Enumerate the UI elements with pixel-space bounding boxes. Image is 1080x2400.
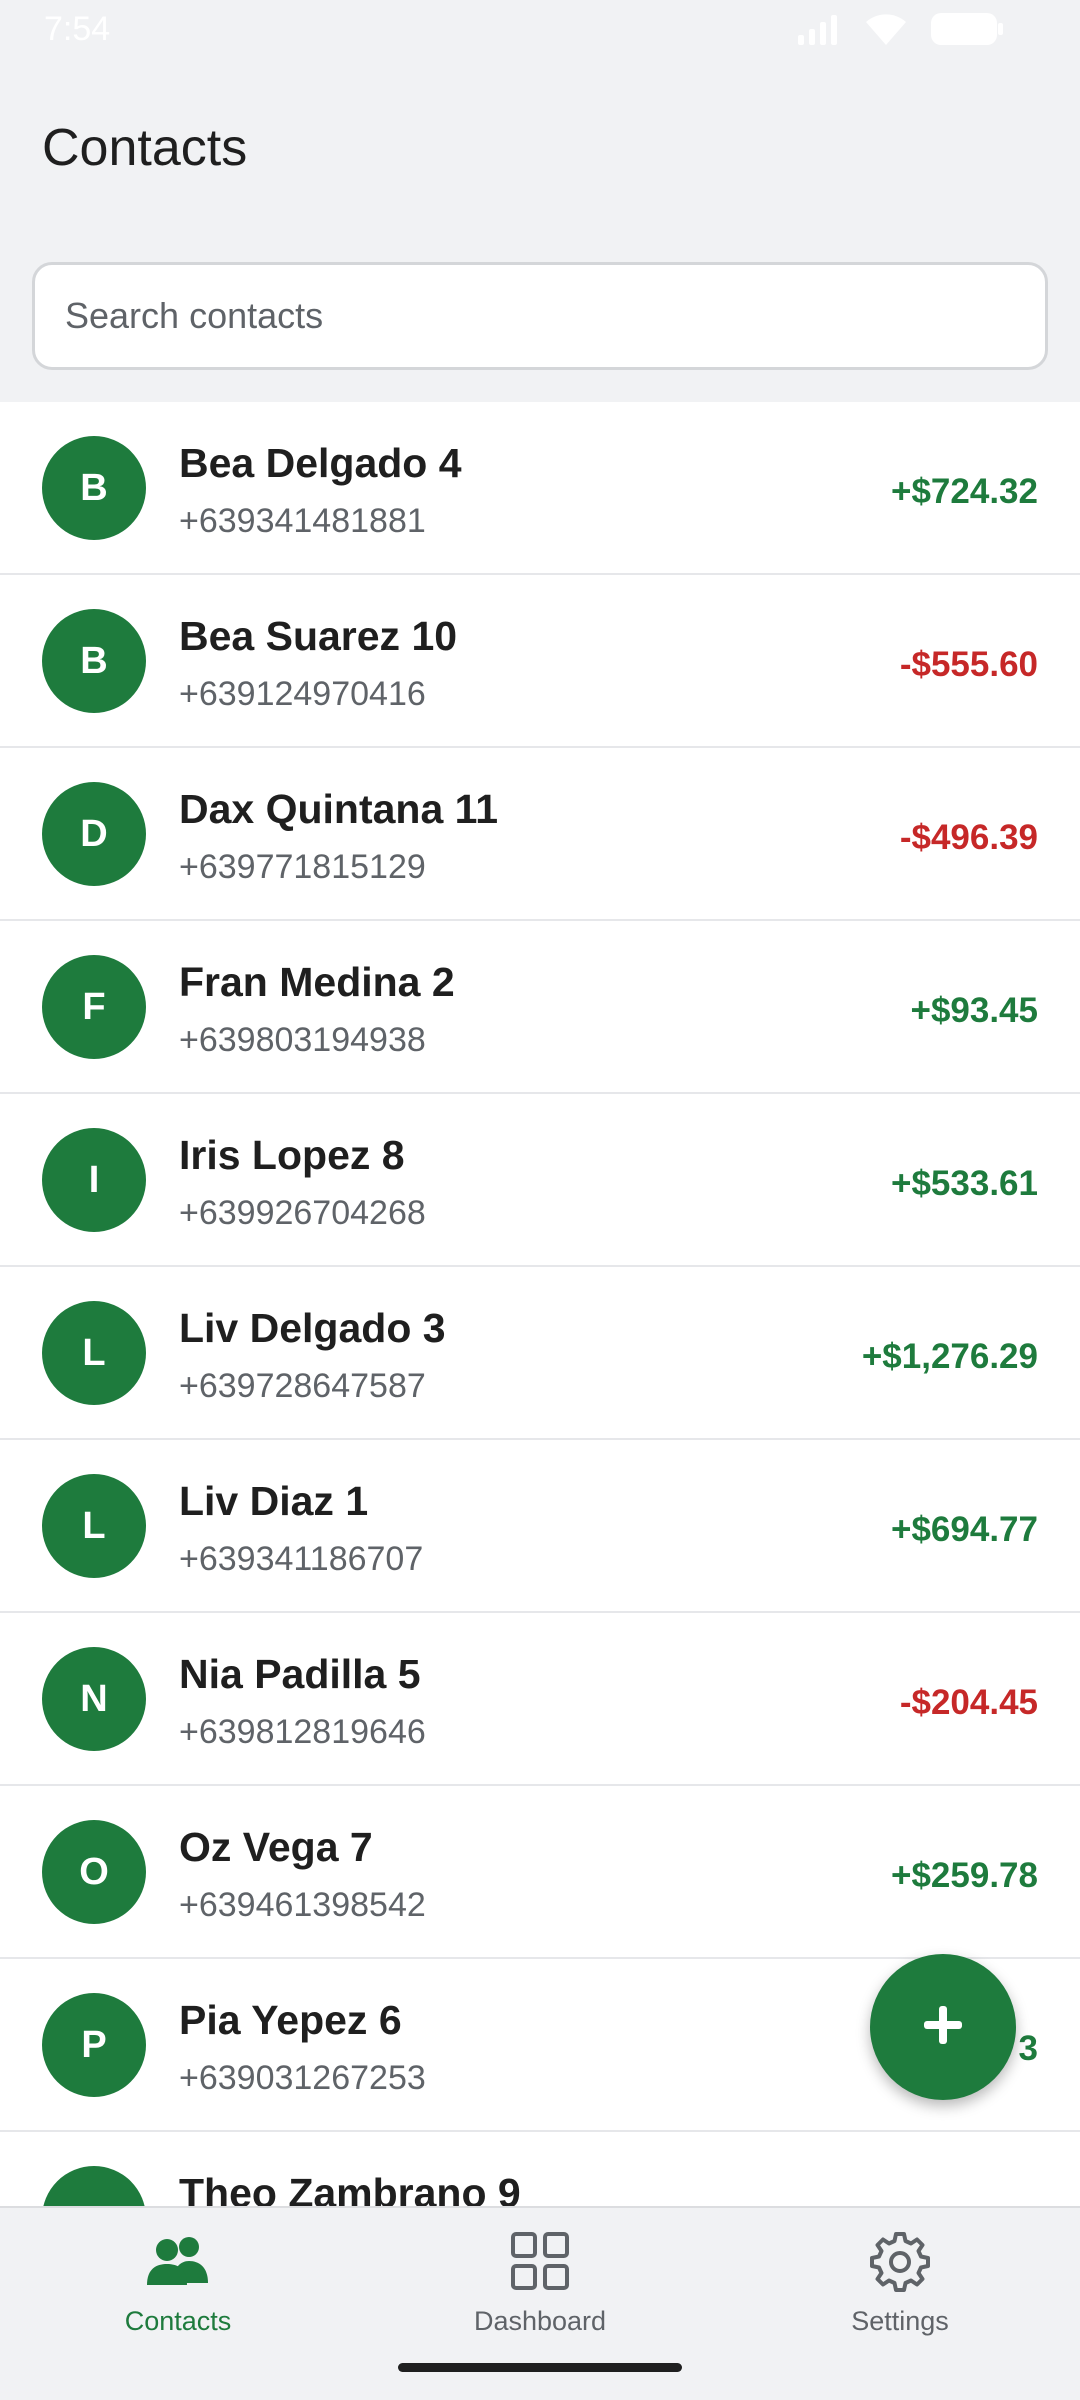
contact-row[interactable]: N Nia Padilla 5 +639812819646 -$204.45 <box>0 1613 1080 1786</box>
contact-name: Fran Medina 2 <box>179 959 455 1005</box>
contact-balance: +$259.78 <box>891 1856 1038 1895</box>
contact-phone: +639771815129 <box>179 848 426 886</box>
contact-balance: -$555.60 <box>899 645 1038 684</box>
contact-row[interactable]: L Liv Delgado 3 +639728647587 +$1,276.29 <box>0 1267 1080 1440</box>
contact-balance: -$496.39 <box>899 818 1038 857</box>
contact-balance: 3 <box>1018 2029 1038 2068</box>
contact-balance: -$204.45 <box>899 1683 1038 1722</box>
contact-row[interactable]: L Liv Diaz 1 +639341186707 +$694.77 <box>0 1440 1080 1613</box>
home-indicator <box>398 2363 682 2372</box>
contact-phone: +639803194938 <box>179 1021 426 1059</box>
contact-row[interactable]: D Dax Quintana 11 +639771815129 -$496.39 <box>0 748 1080 921</box>
contact-name: Liv Diaz 1 <box>179 1478 369 1524</box>
nav-label-dashboard: Dashboard <box>473 2306 607 2336</box>
contact-row[interactable]: B Bea Delgado 4 +639341481881 +$724.32 <box>0 402 1080 575</box>
gear-icon <box>869 2226 931 2296</box>
status-icons <box>796 12 1004 51</box>
signal-icon <box>796 13 842 50</box>
contact-balance: +$724.32 <box>891 472 1038 511</box>
avatar: L <box>42 1301 146 1405</box>
contact-phone: +639124970416 <box>179 675 426 713</box>
avatar: B <box>42 436 146 540</box>
contact-phone: +639926704268 <box>179 1194 426 1232</box>
contact-name: Bea Suarez 10 <box>179 613 458 659</box>
search-input[interactable] <box>35 265 1045 367</box>
add-contact-button[interactable] <box>870 1954 1016 2100</box>
avatar <box>42 2166 146 2206</box>
page-header: Contacts <box>0 60 1080 400</box>
status-time: 7:54 <box>44 10 111 48</box>
contact-name: Bea Delgado 4 <box>179 440 462 486</box>
contact-name: Pia Yepez 6 <box>179 1997 402 2043</box>
contact-phone: +639461398542 <box>179 1886 426 1924</box>
nav-item-settings[interactable]: Settings <box>770 2226 1030 2356</box>
contact-row[interactable]: O Oz Vega 7 +639461398542 +$259.78 <box>0 1786 1080 1959</box>
contact-name: Liv Delgado 3 <box>179 1305 446 1351</box>
contact-phone: +639031267253 <box>179 2059 426 2097</box>
avatar: F <box>42 955 146 1059</box>
contact-balance: +$694.77 <box>891 1510 1038 1549</box>
avatar: I <box>42 1128 146 1232</box>
avatar: D <box>42 782 146 886</box>
contact-balance: +$93.45 <box>910 991 1039 1030</box>
contact-name: Nia Padilla 5 <box>179 1651 421 1697</box>
contact-phone: +639812819646 <box>179 1713 426 1751</box>
nav-label-contacts: Contacts <box>124 2306 232 2336</box>
contact-list[interactable]: B Bea Delgado 4 +639341481881 +$724.32 B… <box>0 402 1080 2206</box>
contact-balance: +$533.61 <box>891 1164 1038 1203</box>
contact-name: Iris Lopez 8 <box>179 1132 405 1178</box>
contact-row[interactable]: I Iris Lopez 8 +639926704268 +$533.61 <box>0 1094 1080 1267</box>
nav-item-contacts[interactable]: Contacts <box>48 2226 308 2356</box>
dashboard-grid-icon <box>510 2226 570 2296</box>
contact-name: Dax Quintana 11 <box>179 786 499 832</box>
status-bar: 7:54 <box>0 0 1080 60</box>
avatar: L <box>42 1474 146 1578</box>
contact-name: Theo Zambrano 9 <box>179 2170 521 2206</box>
wifi-icon <box>864 12 908 51</box>
contact-name: Oz Vega 7 <box>179 1824 373 1870</box>
avatar: B <box>42 609 146 713</box>
contact-phone: +639341481881 <box>179 502 426 540</box>
contact-row[interactable]: F Fran Medina 2 +639803194938 +$93.45 <box>0 921 1080 1094</box>
search-box[interactable] <box>32 262 1048 370</box>
plus-icon <box>922 2004 964 2051</box>
contact-row[interactable]: Theo Zambrano 9 <box>0 2132 1080 2206</box>
avatar: O <box>42 1820 146 1924</box>
page-title: Contacts <box>42 119 248 177</box>
contact-phone: +639341186707 <box>179 1540 424 1578</box>
contact-row[interactable]: B Bea Suarez 10 +639124970416 -$555.60 <box>0 575 1080 748</box>
contact-balance: +$1,276.29 <box>861 1337 1038 1376</box>
people-icon <box>145 2226 211 2296</box>
contact-phone: +639728647587 <box>179 1367 426 1405</box>
avatar: N <box>42 1647 146 1751</box>
nav-item-dashboard[interactable]: Dashboard <box>410 2226 670 2356</box>
battery-icon <box>930 12 1004 51</box>
nav-label-settings: Settings <box>851 2306 949 2336</box>
avatar: P <box>42 1993 146 2097</box>
